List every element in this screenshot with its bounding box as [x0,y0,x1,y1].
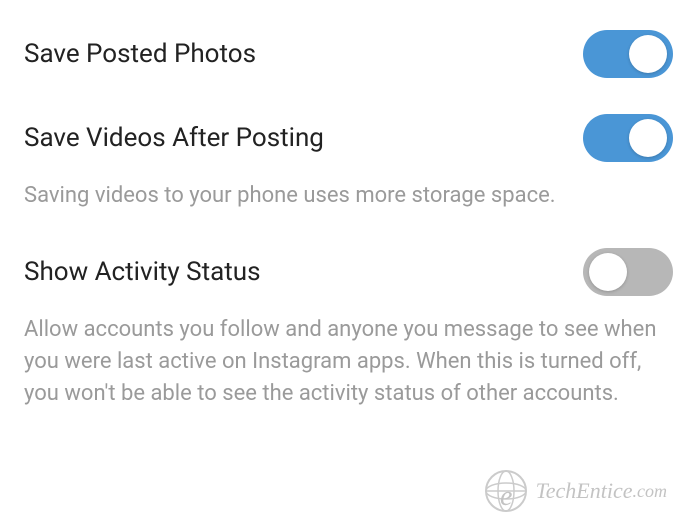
setting-desc-save-videos: Saving videos to your phone uses more st… [24,180,673,212]
toggle-save-posted-photos[interactable] [583,30,673,78]
setting-save-posted-photos: Save Posted Photos [24,30,673,78]
setting-desc-activity-status: Allow accounts you follow and anyone you… [24,314,673,410]
setting-save-videos-after-posting: Save Videos After Posting [24,114,673,162]
svg-text:e: e [500,481,512,512]
globe-icon: e [482,467,530,515]
toggle-show-activity-status[interactable] [583,248,673,296]
toggle-save-videos-after-posting[interactable] [583,114,673,162]
setting-title: Save Posted Photos [24,39,256,69]
watermark: e TechEntice .com [482,467,667,515]
setting-title: Show Activity Status [24,257,261,287]
toggle-knob [629,119,667,157]
setting-title: Save Videos After Posting [24,123,324,153]
watermark-brand: TechEntice [536,478,633,504]
toggle-knob [629,35,667,73]
setting-show-activity-status: Show Activity Status [24,248,673,296]
watermark-suffix: .com [633,481,668,502]
toggle-knob [589,253,627,291]
